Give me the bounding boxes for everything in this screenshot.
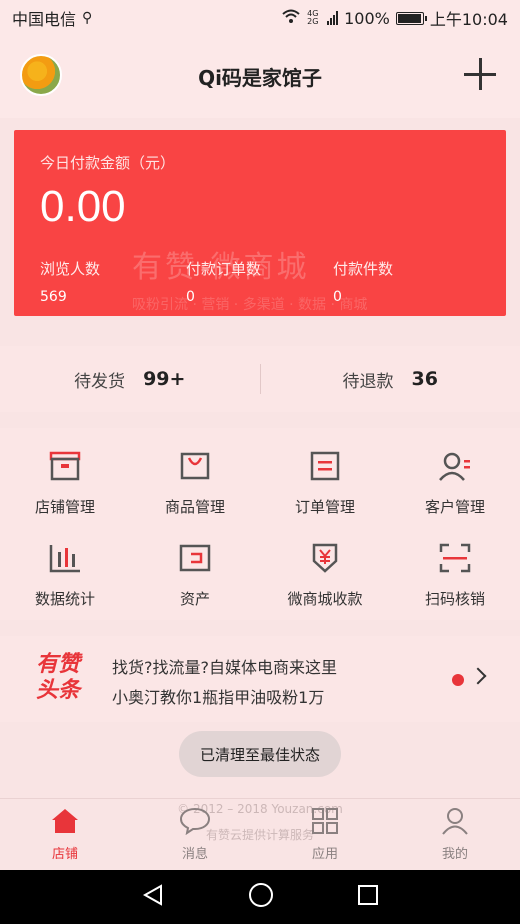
feature-assets[interactable]: 资产 bbox=[130, 526, 260, 618]
stat-visitors: 浏览人数 569 bbox=[40, 258, 100, 305]
scan-icon bbox=[436, 540, 474, 576]
tab-label: 我的 bbox=[441, 847, 468, 862]
today-amount-value: 0.00 bbox=[40, 182, 126, 231]
feature-label: 扫码核销 bbox=[424, 590, 485, 608]
news-logo-line: 有赞 bbox=[36, 652, 81, 677]
bottom-tab-bar: 店铺 消息 应用 我的 bbox=[0, 798, 520, 870]
news-logo-line: 头条 bbox=[36, 678, 81, 703]
profile-icon bbox=[440, 807, 470, 839]
feature-data-statistics[interactable]: 数据统计 bbox=[0, 526, 130, 618]
home-icon bbox=[50, 807, 80, 839]
recents-icon[interactable] bbox=[357, 884, 379, 910]
feature-label: 客户管理 bbox=[424, 498, 485, 516]
tab-label: 应用 bbox=[311, 847, 338, 862]
tab-label: 消息 bbox=[181, 847, 208, 862]
tab-label: 店铺 bbox=[51, 847, 78, 862]
toast: 已清理至最佳状态 bbox=[179, 731, 341, 777]
stat-paid-orders: 付款订单数 0 bbox=[186, 258, 261, 305]
pending-shipment[interactable]: 待发货 99+ bbox=[0, 367, 260, 392]
tab-store[interactable]: 店铺 bbox=[0, 799, 130, 870]
apps-icon bbox=[310, 807, 340, 839]
system-nav-bar bbox=[0, 870, 520, 924]
pending-refund[interactable]: 待退款 36 bbox=[261, 367, 520, 392]
pending-label: 待退款 bbox=[342, 371, 394, 392]
stat-value: 569 bbox=[40, 289, 67, 305]
home-button-icon[interactable] bbox=[248, 882, 274, 912]
feature-customer-management[interactable]: 客户管理 bbox=[390, 434, 520, 526]
news-headline[interactable]: 找货?找流量?自媒体电商来这里 bbox=[112, 654, 337, 678]
unread-dot bbox=[452, 674, 464, 686]
status-bar: 中国电信 ⚲ 4G 2G 100% 上午10:04 bbox=[0, 0, 520, 36]
feature-label: 商品管理 bbox=[164, 498, 225, 516]
chevron-right-icon[interactable] bbox=[469, 667, 487, 685]
today-summary-card[interactable]: 今日付款金额（元） 0.00 有赞·微商城 吸粉引流 · 营销 · 多渠道 · … bbox=[14, 130, 506, 316]
wallet-icon bbox=[176, 540, 214, 576]
pending-count: 99+ bbox=[143, 368, 186, 390]
stat-label: 付款订单数 bbox=[186, 260, 262, 278]
feature-label: 店铺管理 bbox=[34, 498, 95, 516]
carrier-label: 中国电信 bbox=[12, 10, 77, 29]
customer-icon bbox=[436, 448, 474, 484]
order-icon bbox=[306, 448, 344, 484]
stat-value: 0 bbox=[186, 289, 195, 305]
battery-percent: 100% bbox=[344, 8, 390, 28]
tab-messages[interactable]: 消息 bbox=[130, 799, 260, 870]
stat-paid-items: 付款件数 0 bbox=[333, 258, 393, 305]
clock: 上午10:04 bbox=[429, 10, 508, 29]
stat-label: 浏览人数 bbox=[40, 260, 101, 278]
usb-icon: ⚲ bbox=[82, 10, 93, 26]
store-icon bbox=[46, 448, 84, 484]
pending-count: 36 bbox=[411, 368, 438, 390]
feature-order-management[interactable]: 订单管理 bbox=[260, 434, 390, 526]
feature-product-management[interactable]: 商品管理 bbox=[130, 434, 260, 526]
feature-grid: 店铺管理 商品管理 订单管理 客户管理 数据统计 资产 微商城收款 扫码核销 bbox=[0, 428, 520, 620]
pending-label: 待发货 bbox=[74, 371, 126, 392]
network-type-label: 4G 2G bbox=[307, 9, 319, 26]
battery-icon bbox=[395, 11, 427, 25]
shop-title: Qi码是家馆子 bbox=[198, 66, 322, 90]
bag-icon bbox=[176, 448, 214, 484]
tab-apps[interactable]: 应用 bbox=[260, 799, 390, 870]
feature-label: 订单管理 bbox=[294, 498, 355, 516]
pending-summary: 待发货 99+ 待退款 36 bbox=[0, 346, 520, 412]
feature-store-management[interactable]: 店铺管理 bbox=[0, 434, 130, 526]
yuan-receive-icon bbox=[306, 540, 344, 576]
news-headline[interactable]: 小奥汀教你1瓶指甲油吸粉1万 bbox=[112, 684, 324, 708]
message-icon bbox=[179, 807, 211, 839]
feature-mall-receive-payment[interactable]: 微商城收款 bbox=[260, 526, 390, 618]
signal-icon bbox=[327, 11, 339, 25]
plus-icon[interactable] bbox=[462, 56, 498, 92]
stat-label: 付款件数 bbox=[333, 260, 394, 278]
back-icon[interactable] bbox=[141, 883, 165, 911]
feature-label: 资产 bbox=[179, 590, 210, 608]
feature-label: 微商城收款 bbox=[287, 590, 363, 608]
today-amount-label: 今日付款金额（元） bbox=[40, 154, 176, 172]
stat-value: 0 bbox=[333, 289, 342, 305]
feature-scan-verify[interactable]: 扫码核销 bbox=[390, 526, 520, 618]
tab-profile[interactable]: 我的 bbox=[390, 799, 520, 870]
bar-chart-icon bbox=[46, 540, 84, 576]
wifi-icon bbox=[281, 8, 301, 28]
feature-label: 数据统计 bbox=[34, 590, 95, 608]
app-header: Qi码是家馆子 bbox=[0, 36, 520, 118]
headline-news[interactable]: 有赞 头条 找货?找流量?自媒体电商来这里 小奥汀教你1瓶指甲油吸粉1万 bbox=[0, 636, 520, 722]
news-logo: 有赞 头条 bbox=[36, 652, 80, 704]
